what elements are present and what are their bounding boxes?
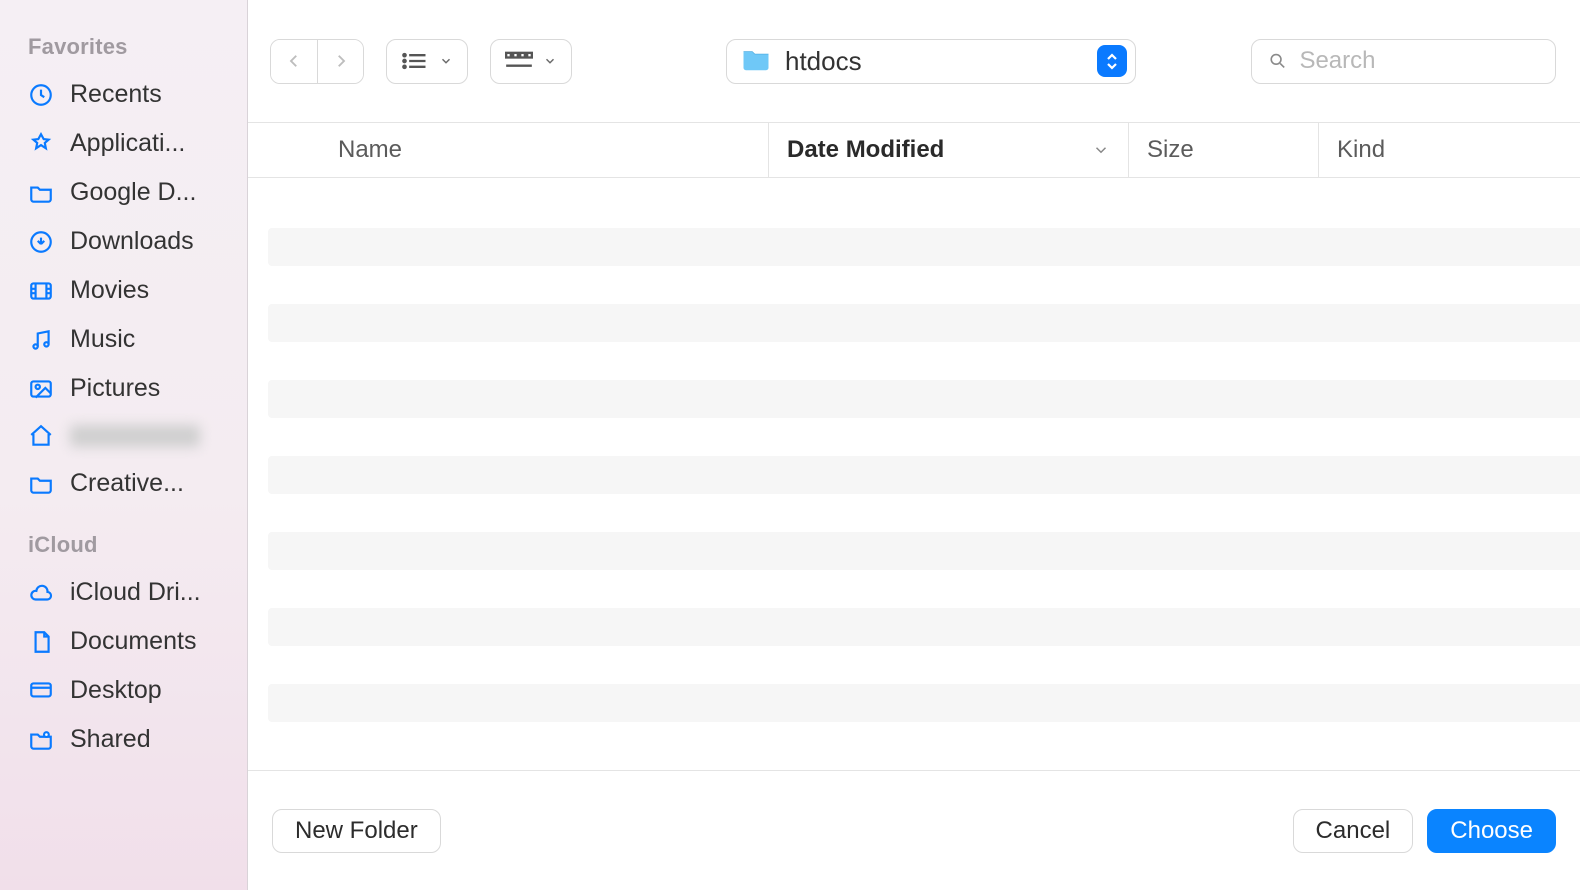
location-dropdown[interactable]: htdocs [726, 39, 1136, 84]
search-icon [1268, 50, 1287, 72]
sidebar-item-icloud-drive[interactable]: iCloud Dri... [0, 568, 247, 617]
sidebar-section-icloud: iCloud [0, 526, 247, 568]
sidebar-item-music[interactable]: Music [0, 315, 247, 364]
sidebar-item-label: Creative... [70, 469, 184, 498]
sidebar-item-label: Google D... [70, 178, 196, 207]
cancel-button[interactable]: Cancel [1293, 809, 1414, 853]
choose-label: Choose [1450, 817, 1533, 845]
view-mode-list-button[interactable] [386, 39, 468, 84]
chevron-down-icon [543, 54, 557, 68]
column-size[interactable]: Size [1128, 123, 1318, 177]
list-row [268, 228, 1580, 266]
footer: New Folder Cancel Choose [248, 770, 1580, 890]
group-by-button[interactable] [490, 39, 572, 84]
forward-button[interactable] [317, 40, 363, 83]
list-row [268, 418, 1580, 456]
home-icon [28, 423, 54, 449]
sidebar-item-movies[interactable]: Movies [0, 266, 247, 315]
new-folder-label: New Folder [295, 817, 418, 845]
toolbar: htdocs [248, 0, 1580, 122]
location-stepper-icon [1097, 45, 1127, 77]
sidebar-item-label: Desktop [70, 676, 162, 705]
file-list [248, 178, 1580, 770]
sidebar-section-favorites: Favorites [0, 28, 247, 70]
folder-icon [741, 46, 771, 77]
sidebar: Favorites Recents Applicati... Google D.… [0, 0, 248, 890]
cancel-label: Cancel [1316, 817, 1391, 845]
chevron-down-icon [1092, 141, 1110, 159]
sidebar-item-label-redacted [70, 425, 200, 447]
current-folder-name: htdocs [785, 46, 1083, 77]
back-button[interactable] [271, 40, 317, 83]
column-kind[interactable]: Kind [1318, 123, 1580, 177]
sidebar-item-creative[interactable]: Creative... [0, 459, 247, 508]
sidebar-item-label: Downloads [70, 227, 194, 256]
column-date-modified[interactable]: Date Modified [768, 123, 1128, 177]
clock-icon [28, 82, 54, 108]
cloud-icon [28, 580, 54, 606]
desktop-icon [28, 678, 54, 704]
sidebar-item-downloads[interactable]: Downloads [0, 217, 247, 266]
download-icon [28, 229, 54, 255]
main-panel: htdocs Name Date Modified Size Kind [248, 0, 1580, 890]
sidebar-item-label: iCloud Dri... [70, 578, 201, 607]
column-date-label: Date Modified [787, 136, 944, 164]
sidebar-item-label: Music [70, 325, 135, 354]
choose-button[interactable]: Choose [1427, 809, 1556, 853]
sidebar-item-label: Shared [70, 725, 151, 754]
apps-icon [28, 131, 54, 157]
column-kind-label: Kind [1337, 136, 1385, 164]
nav-history-group [270, 39, 364, 84]
sidebar-item-google-drive[interactable]: Google D... [0, 168, 247, 217]
folder-icon [28, 180, 54, 206]
list-row [268, 684, 1580, 722]
sidebar-item-pictures[interactable]: Pictures [0, 364, 247, 413]
chevron-down-icon [439, 54, 453, 68]
search-input[interactable] [1299, 47, 1539, 75]
column-name-label: Name [338, 136, 402, 164]
sidebar-item-home[interactable] [0, 413, 247, 459]
list-row [268, 266, 1580, 304]
list-row [268, 646, 1580, 684]
shared-folder-icon [28, 727, 54, 753]
document-icon [28, 629, 54, 655]
sidebar-item-label: Recents [70, 80, 162, 109]
music-icon [28, 327, 54, 353]
list-row [268, 342, 1580, 380]
folder-icon [28, 471, 54, 497]
sidebar-item-label: Documents [70, 627, 196, 656]
sidebar-item-documents[interactable]: Documents [0, 617, 247, 666]
column-name[interactable]: Name [248, 123, 768, 177]
column-header-row: Name Date Modified Size Kind [248, 122, 1580, 178]
sidebar-item-desktop[interactable]: Desktop [0, 666, 247, 715]
list-row [268, 494, 1580, 532]
sidebar-item-label: Pictures [70, 374, 160, 403]
list-row [268, 570, 1580, 608]
list-row [268, 456, 1580, 494]
movies-icon [28, 278, 54, 304]
list-row [268, 304, 1580, 342]
column-size-label: Size [1147, 136, 1194, 164]
pictures-icon [28, 376, 54, 402]
new-folder-button[interactable]: New Folder [272, 809, 441, 853]
sidebar-item-recents[interactable]: Recents [0, 70, 247, 119]
list-row [268, 532, 1580, 570]
list-row [268, 380, 1580, 418]
sidebar-item-applications[interactable]: Applicati... [0, 119, 247, 168]
sidebar-item-label: Movies [70, 276, 149, 305]
sidebar-item-shared[interactable]: Shared [0, 715, 247, 764]
search-field[interactable] [1251, 39, 1556, 84]
sidebar-item-label: Applicati... [70, 129, 185, 158]
list-row [268, 608, 1580, 646]
